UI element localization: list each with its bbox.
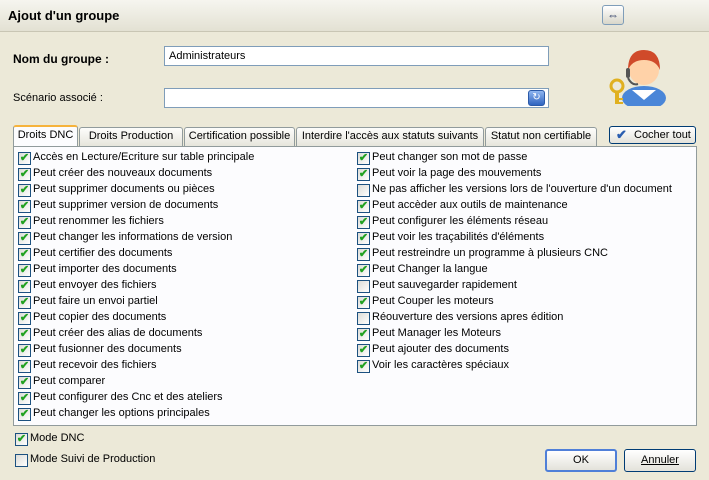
checkbox[interactable]: ✔ bbox=[18, 344, 31, 357]
group-name-input[interactable]: Administrateurs bbox=[164, 46, 549, 66]
checkbox[interactable]: ✔ bbox=[18, 296, 31, 309]
checkbox[interactable]: ✔ bbox=[357, 328, 370, 341]
group-name-label: Nom du groupe : bbox=[13, 52, 109, 66]
checkbox-label: Mode Suivi de Production bbox=[30, 453, 156, 465]
checkbox[interactable]: ✔ bbox=[357, 232, 370, 245]
checkmark-icon: ✔ bbox=[616, 127, 627, 142]
checkbox[interactable] bbox=[357, 280, 370, 293]
checkbox-label: Ne pas afficher les versions lors de l'o… bbox=[372, 183, 672, 195]
check-all-label: Cocher tout bbox=[634, 129, 691, 141]
checkbox[interactable]: ✔ bbox=[18, 216, 31, 229]
window-title: Ajout d'un groupe bbox=[8, 8, 120, 23]
checkbox-label: Voir les caractères spéciaux bbox=[372, 359, 509, 371]
checkbox[interactable]: ✔ bbox=[18, 408, 31, 421]
scenario-label: Scénario associé : bbox=[13, 92, 103, 104]
refresh-icon: ↻ bbox=[532, 92, 541, 103]
cancel-button[interactable]: Annuler bbox=[624, 449, 696, 472]
checkbox-label: Peut changer les options principales bbox=[33, 407, 210, 419]
checkbox-label: Peut fusionner des documents bbox=[33, 343, 182, 355]
checkbox-label: Peut importer des documents bbox=[33, 263, 177, 275]
checkbox-label: Peut certifier des documents bbox=[33, 247, 173, 259]
cancel-label: Annuler bbox=[641, 454, 679, 466]
checkbox-label: Peut comparer bbox=[33, 375, 106, 387]
scenario-picker-button[interactable]: ↻ bbox=[528, 90, 545, 106]
tab-certification-possible[interactable]: Certification possible bbox=[184, 127, 295, 146]
checkbox-label: Peut ajouter des documents bbox=[372, 343, 509, 355]
checkbox[interactable]: ✔ bbox=[18, 248, 31, 261]
checkbox-label: Peut Manager les Moteurs bbox=[372, 327, 502, 339]
checkbox[interactable]: ✔ bbox=[18, 168, 31, 181]
checkbox-label: Peut renommer les fichiers bbox=[33, 215, 164, 227]
checkbox-label: Peut accèder aux outils de maintenance bbox=[372, 199, 568, 211]
checkbox-label: Peut faire un envoi partiel bbox=[33, 295, 158, 307]
checkbox-label: Réouverture des versions apres édition bbox=[372, 311, 564, 323]
checkbox[interactable]: ✔ bbox=[18, 392, 31, 405]
checkbox[interactable]: ✔ bbox=[357, 200, 370, 213]
tab-statut-non-certifiable[interactable]: Statut non certifiable bbox=[485, 127, 597, 146]
checkbox[interactable] bbox=[15, 454, 28, 467]
checkbox-label: Peut supprimer documents ou pièces bbox=[33, 183, 215, 195]
checkbox[interactable]: ✔ bbox=[357, 168, 370, 181]
checkbox[interactable]: ✔ bbox=[357, 344, 370, 357]
checkbox[interactable]: ✔ bbox=[357, 360, 370, 373]
checkbox[interactable]: ✔ bbox=[18, 264, 31, 277]
checkbox-label: Peut copier des documents bbox=[33, 311, 167, 323]
checkbox-label: Peut Couper les moteurs bbox=[372, 295, 494, 307]
checkbox-label: Accès en Lecture/Ecriture sur table prin… bbox=[33, 151, 255, 163]
checkbox-label: Peut Changer la langue bbox=[372, 263, 488, 275]
checkbox-label: Mode DNC bbox=[30, 432, 85, 444]
checkbox[interactable]: ✔ bbox=[15, 433, 28, 446]
tab-droits-dnc[interactable]: Droits DNC bbox=[13, 125, 78, 146]
checkbox-label: Peut changer son mot de passe bbox=[372, 151, 528, 163]
checkbox-label: Peut configurer des Cnc et des ateliers bbox=[33, 391, 223, 403]
resize-button[interactable]: ⇔ bbox=[602, 5, 624, 25]
checkbox-label: Peut changer les informations de version bbox=[33, 231, 233, 243]
checkbox[interactable] bbox=[357, 312, 370, 325]
check-all-button[interactable]: ✔ Cocher tout bbox=[609, 126, 696, 144]
title-bar: Ajout d'un groupe ⇔ bbox=[0, 0, 709, 32]
checkbox-label: Peut créer des alias de documents bbox=[33, 327, 203, 339]
checkbox-label: Peut créer des nouveaux documents bbox=[33, 167, 213, 179]
checkbox[interactable]: ✔ bbox=[18, 152, 31, 165]
checkbox-label: Peut envoyer des fichiers bbox=[33, 279, 157, 291]
checkbox-label: Peut supprimer version de documents bbox=[33, 199, 219, 211]
scenario-input[interactable] bbox=[164, 88, 549, 108]
checkbox-label: Peut configurer les éléments réseau bbox=[372, 215, 549, 227]
tab-interdire-acces[interactable]: Interdire l'accès aux statuts suivants bbox=[296, 127, 484, 146]
user-key-icon bbox=[609, 50, 666, 106]
checkbox-label: Peut recevoir des fichiers bbox=[33, 359, 157, 371]
double-arrow-icon: ⇔ bbox=[607, 8, 619, 22]
checkbox[interactable]: ✔ bbox=[357, 152, 370, 165]
checkbox-label: Peut voir la page des mouvements bbox=[372, 167, 542, 179]
checkbox[interactable]: ✔ bbox=[357, 216, 370, 229]
checkbox[interactable] bbox=[357, 184, 370, 197]
ok-button[interactable]: OK bbox=[545, 449, 617, 472]
checkbox-label: Peut sauvegarder rapidement bbox=[372, 279, 517, 291]
checkbox[interactable]: ✔ bbox=[18, 328, 31, 341]
tab-droits-production[interactable]: Droits Production bbox=[79, 127, 183, 146]
checkbox[interactable]: ✔ bbox=[18, 360, 31, 373]
checkbox[interactable]: ✔ bbox=[18, 232, 31, 245]
checkbox[interactable]: ✔ bbox=[357, 248, 370, 261]
checkbox[interactable]: ✔ bbox=[357, 296, 370, 309]
checkbox[interactable]: ✔ bbox=[357, 264, 370, 277]
checkbox[interactable]: ✔ bbox=[18, 312, 31, 325]
checkbox-label: Peut voir les traçabilités d'éléments bbox=[372, 231, 545, 243]
checkbox[interactable]: ✔ bbox=[18, 280, 31, 293]
checkbox[interactable]: ✔ bbox=[18, 200, 31, 213]
checkbox[interactable]: ✔ bbox=[18, 184, 31, 197]
checkbox-label: Peut restreindre un programme à plusieur… bbox=[372, 247, 608, 259]
checkbox[interactable]: ✔ bbox=[18, 376, 31, 389]
